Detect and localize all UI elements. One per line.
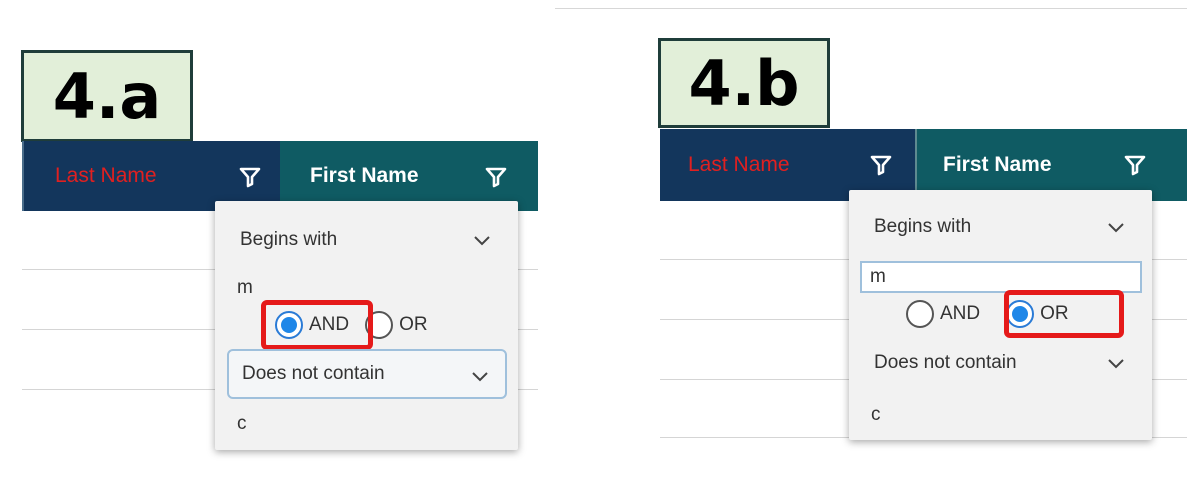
and-radio[interactable]: AND [906,300,980,328]
column-header-label: Last Name [688,153,790,176]
top-divider [555,8,1187,9]
filter-funnel-icon[interactable] [484,165,508,189]
highlight-box [261,300,373,350]
value2-field[interactable]: c [871,404,881,426]
radio-circle [906,300,934,328]
condition1-select[interactable]: Begins with [861,202,1141,252]
or-radio[interactable]: OR [365,311,428,339]
filter-funnel-icon[interactable] [1123,153,1147,177]
condition2-value: Does not contain [242,363,385,384]
column-header-label: Last Name [55,164,157,187]
chevron-down-icon [1108,223,1124,233]
condition2-value: Does not contain [874,352,1017,373]
or-radio-label: OR [399,314,428,335]
panel-4a: 4.a Last Name First Name Begins with m A… [0,0,545,481]
value1-input[interactable]: m [860,261,1142,293]
chevron-down-icon [1108,359,1124,369]
panel-label: 4.a [21,50,193,142]
condition2-select[interactable]: Does not contain [227,349,507,399]
chevron-down-icon [474,236,490,246]
and-radio-label: AND [940,303,981,324]
chevron-down-icon [472,372,488,382]
filter-dropdown: Begins with m AND OR Does not contain c [215,201,518,450]
filter-funnel-icon[interactable] [238,165,262,189]
panel-4b: 4.b Last Name First Name Begins with m A… [555,0,1187,481]
value2-field[interactable]: c [237,413,247,435]
condition1-select[interactable]: Begins with [227,215,507,265]
filter-dropdown: Begins with m AND OR Does not contain c [849,190,1152,440]
value1-field[interactable]: m [237,277,253,299]
filter-funnel-icon[interactable] [869,153,893,177]
column-header-label: First Name [943,153,1052,176]
condition1-value: Begins with [240,229,338,250]
condition2-select[interactable]: Does not contain [861,338,1141,388]
column-header-label: First Name [310,164,419,187]
panel-label: 4.b [658,38,830,128]
condition1-value: Begins with [874,216,972,237]
highlight-box [1004,290,1124,338]
